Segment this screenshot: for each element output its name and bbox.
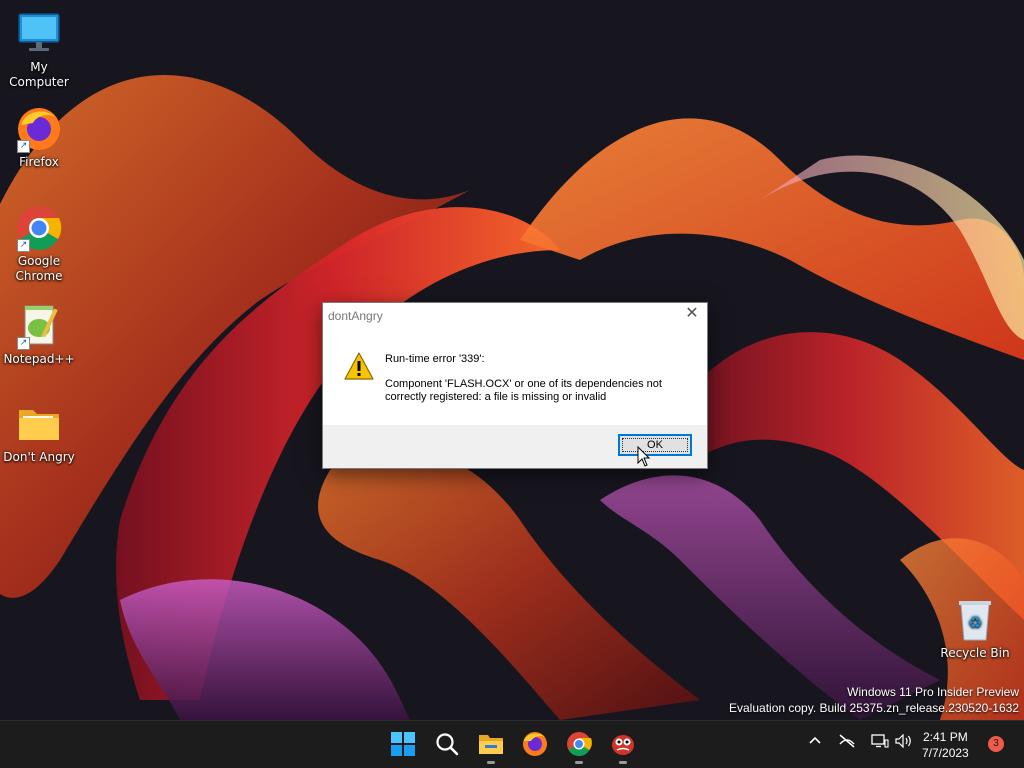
error-body-text: Component 'FLASH.OCX' or one of its depe… (385, 378, 662, 403)
network-disconnected-icon[interactable] (838, 734, 856, 748)
network-monitor-icon[interactable] (871, 734, 889, 748)
show-hidden-icons-chevron-icon[interactable] (808, 734, 822, 748)
shortcut-arrow-icon: ↗ (17, 239, 30, 252)
system-clock[interactable]: 2:41 PM 7/7/2023 (922, 729, 969, 761)
desktop-icon-label: Google Chrome (15, 254, 63, 283)
close-button[interactable]: ✕ (677, 303, 707, 327)
volume-icon[interactable] (895, 734, 913, 748)
running-indicator (619, 761, 627, 764)
mouse-cursor-icon (637, 446, 651, 467)
desktop-icon-label: Recycle Bin (940, 646, 1010, 660)
file-explorer-icon (479, 735, 503, 754)
search-button[interactable] (432, 729, 462, 759)
watermark-line-1: Windows 11 Pro Insider Preview (847, 685, 1019, 699)
watermark-line-2: Evaluation copy. Build 25375.zn_release.… (729, 701, 1019, 715)
start-button[interactable] (388, 729, 418, 759)
running-indicator (487, 761, 495, 764)
desktop-icon-my-computer[interactable]: My Computer (1, 10, 77, 90)
focus-rectangle (622, 438, 688, 452)
desktop-icon-recycle-bin[interactable]: ♻ Recycle Bin (937, 596, 1013, 661)
taskbar-firefox[interactable] (520, 729, 550, 759)
folder-icon (19, 410, 59, 440)
desktop-icon-google-chrome[interactable]: ↗ Google Chrome (1, 204, 77, 284)
ok-button[interactable]: OK (618, 434, 692, 456)
warning-icon (344, 352, 374, 380)
desktop-icon-label: Firefox (19, 155, 59, 169)
notification-badge[interactable]: 3 (988, 736, 1004, 752)
clock-date: 7/7/2023 (922, 746, 969, 760)
dialog-titlebar[interactable]: dontAngry ✕ (323, 303, 707, 327)
desktop-icon-label: Don't Angry (3, 450, 75, 464)
taskbar-chrome[interactable] (564, 729, 594, 764)
desktop-icon-firefox[interactable]: ↗ Firefox (1, 105, 77, 170)
desktop: My Computer ↗ Firefox ↗ Google Chrome ↗ … (0, 0, 1024, 720)
shortcut-arrow-icon: ↗ (17, 140, 30, 153)
desktop-icon-label: Notepad++ (3, 352, 75, 366)
error-title-text: Run-time error '339': (385, 353, 485, 365)
svg-text:♻: ♻ (968, 613, 982, 632)
taskbar-dont-angry[interactable] (608, 729, 638, 764)
search-icon (436, 733, 459, 756)
chrome-icon (567, 732, 592, 757)
running-indicator (575, 761, 583, 764)
dialog-title: dontAngry (328, 309, 383, 323)
monitor-icon (18, 13, 60, 51)
clock-time: 2:41 PM (923, 730, 968, 744)
runtime-error-dialog: dontAngry ✕ Run-time error '339': Compon… (322, 302, 708, 469)
dont-angry-app-icon (612, 735, 634, 755)
taskbar-file-explorer[interactable] (476, 729, 506, 764)
start-icon (391, 732, 415, 756)
shortcut-arrow-icon: ↗ (17, 337, 30, 350)
recycle-bin-icon: ♻ (959, 601, 991, 641)
firefox-icon (523, 732, 547, 756)
taskbar: 2:41 PM 7/7/2023 (0, 720, 1024, 768)
desktop-icon-label: My Computer (9, 60, 69, 89)
windows-evaluation-watermark: Windows 11 Pro Insider Preview Evaluatio… (729, 684, 1019, 716)
desktop-icon-notepad-plus-plus[interactable]: ↗ Notepad++ (1, 302, 77, 367)
desktop-icon-dont-angry[interactable]: Don't Angry (1, 400, 77, 465)
